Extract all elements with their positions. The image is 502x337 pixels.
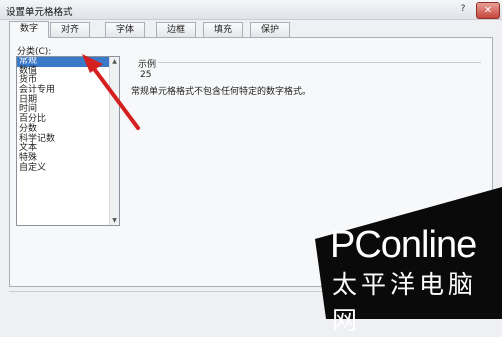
watermark-site-name: 太平洋电脑网	[332, 270, 478, 335]
tab-number[interactable]: 数字	[9, 21, 49, 38]
watermark-logo-text: PConline	[330, 224, 477, 266]
